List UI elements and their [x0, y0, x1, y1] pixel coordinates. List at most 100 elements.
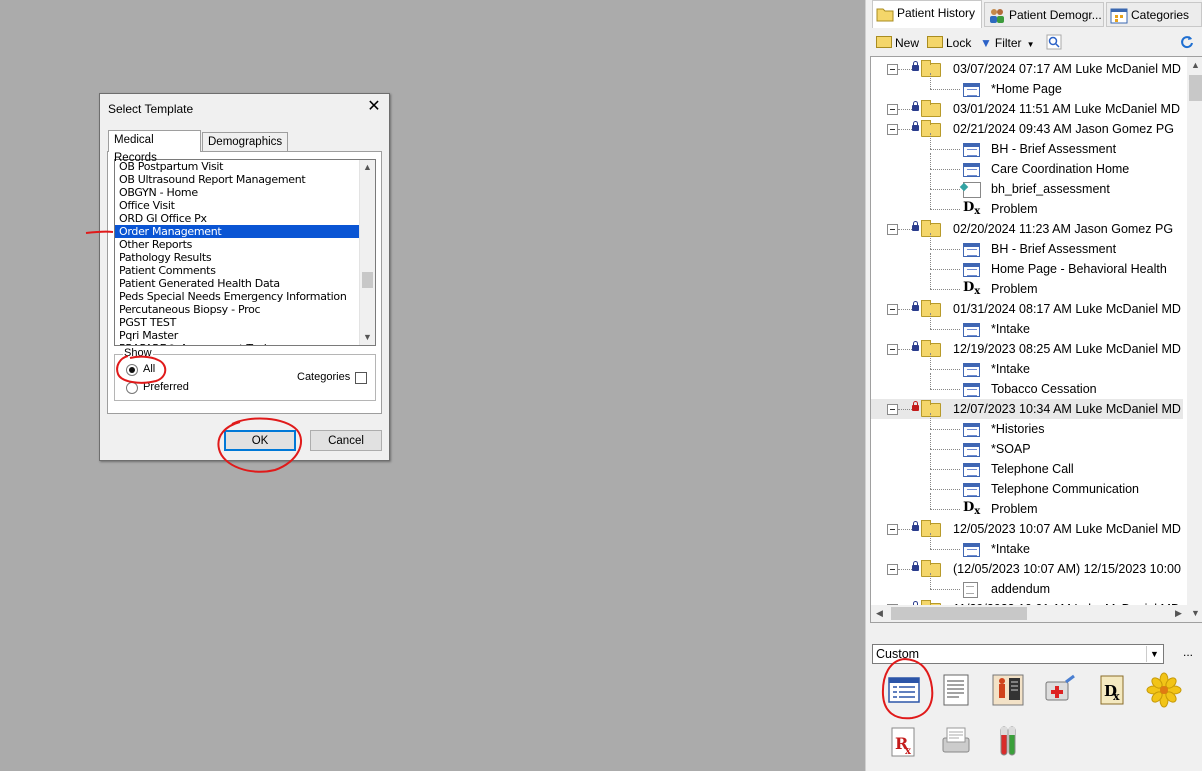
- tab-patient-demographics[interactable]: Patient Demogr...: [984, 2, 1104, 27]
- tree-document-node[interactable]: *Home Page: [871, 73, 1183, 99]
- more-button[interactable]: ...: [1173, 644, 1202, 664]
- document-text-icon[interactable]: [938, 672, 974, 708]
- tree-document-node[interactable]: *Histories: [871, 413, 1183, 439]
- lab-tubes-icon[interactable]: [990, 724, 1026, 760]
- tree-connector: [930, 589, 960, 590]
- dx-icon[interactable]: Dx: [1094, 672, 1130, 708]
- tree-visit-node[interactable]: 02/21/2024 09:43 AM Jason Gomez PG: [871, 119, 1183, 139]
- tree-document-node[interactable]: addendum: [871, 573, 1183, 599]
- collapse-icon[interactable]: [887, 304, 898, 315]
- new-button[interactable]: New: [876, 34, 919, 52]
- tree-document-node[interactable]: Dx Problem: [871, 273, 1183, 299]
- list-scrollbar[interactable]: ▲ ▼: [359, 160, 375, 345]
- scroll-up-icon[interactable]: ▲: [360, 160, 375, 175]
- document-list-icon[interactable]: [886, 672, 922, 708]
- tree-document-node[interactable]: *Intake: [871, 533, 1183, 559]
- tree-document-node[interactable]: *Intake: [871, 353, 1183, 379]
- tree-document-node[interactable]: BH - Brief Assessment: [871, 133, 1183, 159]
- tree-visit-node[interactable]: 01/31/2024 08:17 AM Luke McDaniel MD: [871, 299, 1183, 319]
- tree-visit-node[interactable]: 12/19/2023 08:25 AM Luke McDaniel MD: [871, 339, 1183, 359]
- tree-document-node[interactable]: bh_brief_assessment: [871, 173, 1183, 199]
- list-item[interactable]: ORD GI Office Px: [115, 212, 360, 225]
- collapse-icon[interactable]: [887, 404, 898, 415]
- tree-visit-node[interactable]: 03/01/2024 11:51 AM Luke McDaniel MD: [871, 99, 1183, 119]
- collapse-icon[interactable]: [887, 104, 898, 115]
- tree-document-node[interactable]: Telephone Call: [871, 453, 1183, 479]
- flower-icon[interactable]: [1146, 672, 1182, 708]
- tree-visit-node[interactable]: 03/07/2024 07:17 AM Luke McDaniel MD: [871, 59, 1183, 79]
- collapse-icon[interactable]: [887, 564, 898, 575]
- filter-button[interactable]: ▼ Filter ▼: [980, 34, 1034, 52]
- refresh-icon[interactable]: [1180, 34, 1194, 52]
- scroll-left-icon[interactable]: ◀: [871, 605, 888, 622]
- ok-button[interactable]: OK: [224, 430, 296, 451]
- radio-preferred[interactable]: [126, 382, 138, 394]
- tab-medical-records[interactable]: Medical Records: [108, 130, 201, 164]
- radio-all[interactable]: [126, 364, 138, 376]
- scroll-right-icon[interactable]: ▶: [1170, 605, 1187, 622]
- tree-connector: [930, 153, 931, 169]
- tab-categories[interactable]: Categories: [1106, 2, 1202, 27]
- body-xray-icon[interactable]: [990, 672, 1026, 708]
- collapse-icon[interactable]: [887, 224, 898, 235]
- list-item[interactable]: Percutaneous Biopsy - Proc: [115, 303, 360, 316]
- hscroll-thumb[interactable]: [891, 607, 1027, 620]
- tree-connector: [930, 133, 931, 149]
- tree-visit-node[interactable]: (12/05/2023 10:07 AM) 12/15/2023 10:00: [871, 559, 1183, 579]
- collapse-icon[interactable]: [887, 344, 898, 355]
- document-icon: [963, 483, 980, 497]
- chevron-down-icon[interactable]: ▼: [1146, 646, 1162, 662]
- lock-button[interactable]: Lock: [927, 34, 971, 52]
- list-item[interactable]: Peds Special Needs Emergency Information: [115, 290, 360, 303]
- tree-visit-node[interactable]: 12/05/2023 10:07 AM Luke McDaniel MD: [871, 519, 1183, 539]
- tree-document-node[interactable]: *Intake: [871, 313, 1183, 339]
- tree-connector: [930, 253, 931, 269]
- tree-document-node[interactable]: Dx Problem: [871, 493, 1183, 519]
- tree-vscrollbar[interactable]: ▲ ▼: [1187, 57, 1202, 622]
- list-item[interactable]: OB Ultrasound Report Management: [115, 173, 360, 186]
- tree-document-node[interactable]: Care Coordination Home: [871, 153, 1183, 179]
- scroll-down-icon[interactable]: ▼: [1187, 605, 1202, 622]
- tab-demographics[interactable]: Demographics: [202, 132, 288, 151]
- tree-connector: [930, 289, 960, 290]
- list-item[interactable]: OBGYN - Home: [115, 186, 360, 199]
- tree-document-node[interactable]: Tobacco Cessation: [871, 373, 1183, 399]
- categories-checkbox[interactable]: [355, 372, 367, 384]
- tree-document-node[interactable]: Dx Problem: [871, 193, 1183, 219]
- document-icon: [963, 463, 980, 477]
- close-icon[interactable]: ✕: [365, 98, 383, 116]
- list-item[interactable]: Order Management: [115, 225, 360, 238]
- tree-document-node[interactable]: *SOAP: [871, 433, 1183, 459]
- list-item[interactable]: Other Reports: [115, 238, 360, 251]
- collapse-icon[interactable]: [887, 524, 898, 535]
- scroll-up-icon[interactable]: ▲: [1187, 57, 1202, 74]
- tree-visit-node[interactable]: 02/20/2024 11:23 AM Jason Gomez PG: [871, 219, 1183, 239]
- print-forms-icon[interactable]: [938, 724, 974, 760]
- list-item[interactable]: Pqri Master: [115, 329, 360, 342]
- list-item[interactable]: PGST TEST: [115, 316, 360, 329]
- tree-document-node[interactable]: Telephone Communication: [871, 473, 1183, 499]
- list-item[interactable]: PRAPARE® Assessment Tool: [115, 342, 360, 345]
- scroll-down-icon[interactable]: ▼: [360, 330, 375, 345]
- view-select[interactable]: Custom ▼: [872, 644, 1164, 664]
- search-icon[interactable]: [1046, 34, 1062, 52]
- collapse-icon[interactable]: [887, 64, 898, 75]
- list-item[interactable]: Patient Comments: [115, 264, 360, 277]
- tree-document-node[interactable]: BH - Brief Assessment: [871, 233, 1183, 259]
- tree-document-node[interactable]: Home Page - Behavioral Health: [871, 253, 1183, 279]
- scroll-thumb[interactable]: [1189, 75, 1202, 101]
- tree-visit-node[interactable]: 12/07/2023 10:34 AM Luke McDaniel MD: [871, 399, 1183, 419]
- tree-hscrollbar[interactable]: ◀ ▶: [871, 605, 1187, 622]
- tree-node-label: Care Coordination Home: [991, 162, 1130, 176]
- list-item[interactable]: Office Visit: [115, 199, 360, 212]
- tab-patient-history[interactable]: Patient History: [872, 0, 982, 28]
- rx-icon[interactable]: Rx: [886, 724, 922, 760]
- medical-kit-icon[interactable]: [1042, 672, 1078, 708]
- template-listbox[interactable]: OB Postpartum Visit OB Ultrasound Report …: [114, 159, 376, 346]
- cancel-button[interactable]: Cancel: [310, 430, 382, 451]
- list-item[interactable]: Pathology Results: [115, 251, 360, 264]
- collapse-icon[interactable]: [887, 124, 898, 135]
- list-item[interactable]: Patient Generated Health Data: [115, 277, 360, 290]
- scroll-thumb[interactable]: [362, 272, 373, 288]
- history-tree[interactable]: 03/07/2024 07:17 AM Luke McDaniel MD *Hom…: [870, 56, 1202, 623]
